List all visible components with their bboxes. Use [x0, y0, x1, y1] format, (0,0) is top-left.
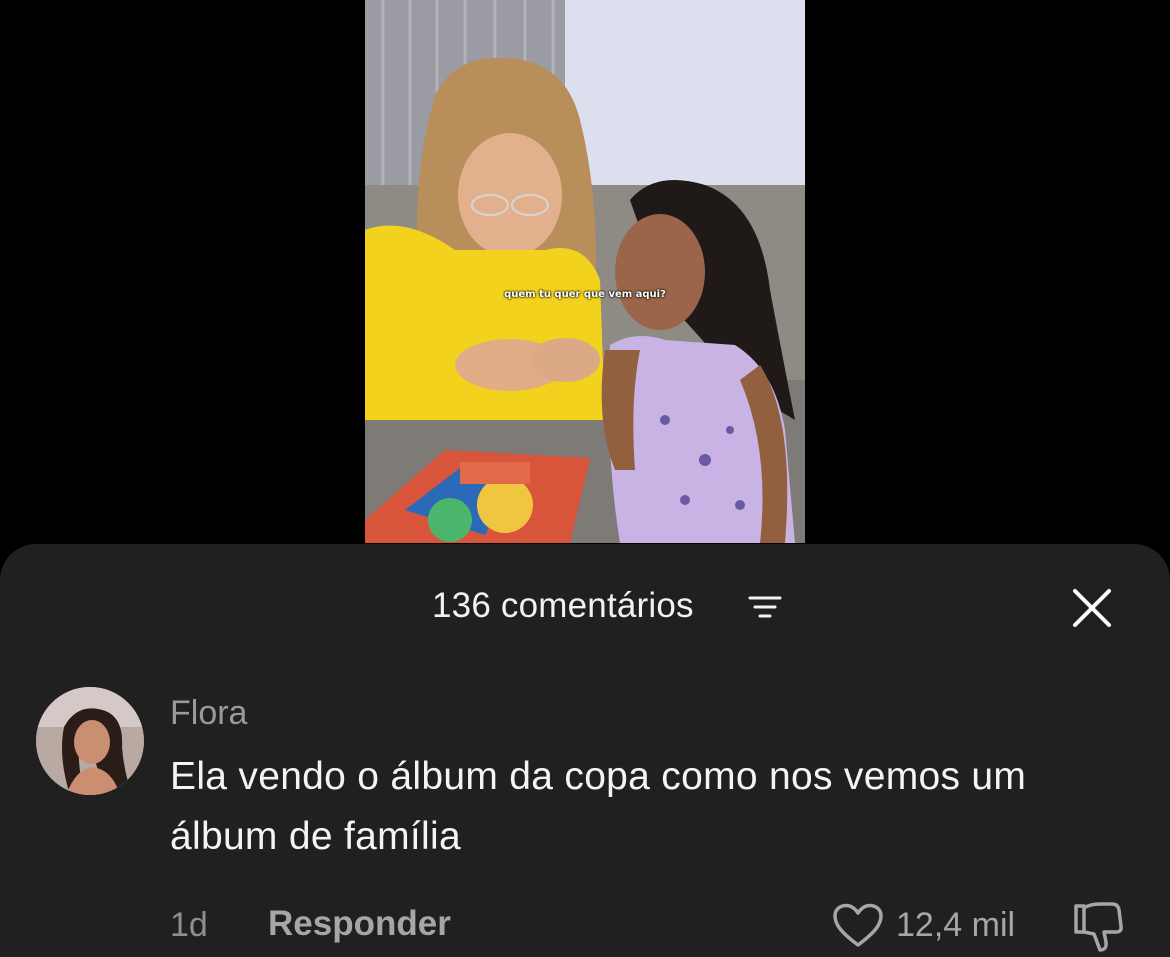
video-thumbnail: [365, 0, 805, 543]
heart-outline-icon[interactable]: [832, 903, 884, 949]
thumbs-down-icon[interactable]: [1070, 900, 1124, 954]
video-area[interactable]: quem tu quer que vem aqui?: [0, 0, 1170, 560]
avatar-image: [36, 687, 144, 795]
avatar[interactable]: [36, 687, 144, 795]
video-frame[interactable]: quem tu quer que vem aqui?: [365, 0, 805, 543]
comments-sheet: 136 comentários Flora Ela vendo o álbum …: [0, 544, 1170, 957]
like-count: 12,4 mil: [896, 906, 1016, 944]
reply-button[interactable]: Responder: [268, 904, 451, 944]
video-caption: quem tu quer que vem aqui?: [504, 289, 666, 300]
comment-item: Flora Ela vendo o álbum da copa como nos…: [0, 684, 1170, 957]
comment-text: Ela vendo o álbum da copa como nos vemos…: [170, 755, 1027, 858]
sort-lines-icon[interactable]: [748, 594, 782, 622]
comments-count-label: 136 comentários: [432, 586, 694, 625]
comment-author[interactable]: Flora: [170, 694, 247, 733]
close-icon[interactable]: [1070, 586, 1114, 630]
comments-header: 136 comentários: [0, 584, 1170, 628]
comment-timestamp: 1d: [170, 906, 208, 944]
